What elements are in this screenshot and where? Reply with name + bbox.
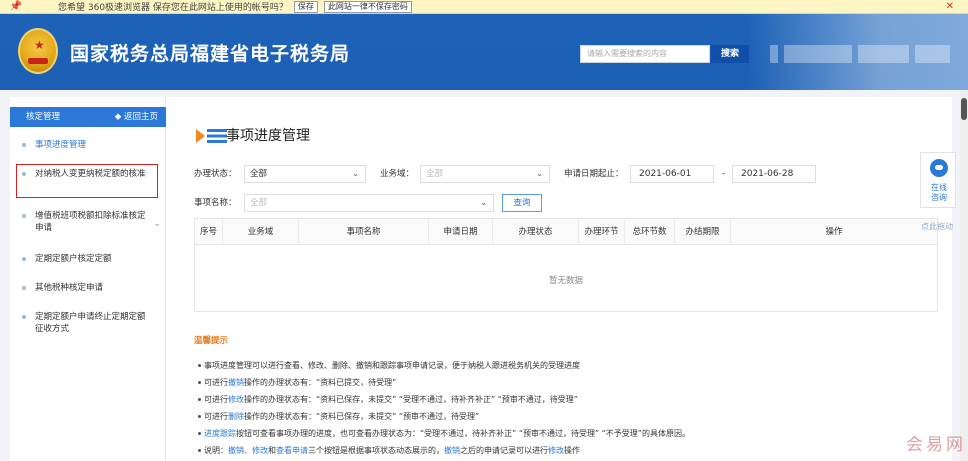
tax-emblem-logo: ★: [18, 28, 58, 74]
sidebar-item-vat-deduction[interactable]: 增值税班项税额扣除标准核定申请 ⌄: [16, 210, 161, 234]
modify-link[interactable]: 修改: [228, 395, 244, 404]
tips-title: 温馨提示: [194, 336, 229, 346]
site-title: 国家税务总局福建省电子税务局: [70, 43, 351, 65]
user-area[interactable]: [770, 45, 950, 63]
drag-handle[interactable]: 点此拖动: [921, 221, 953, 232]
page-title: 事项进度管理: [226, 128, 310, 144]
tip-line: 可进行删除操作的办理状态有：“资料已保存，未提交” “预审不通过，待受理”: [198, 411, 479, 422]
date-to-input[interactable]: 2021-06-28: [732, 165, 816, 183]
column-header: 办结期限: [675, 219, 731, 245]
sidebar: 核定管理 ◆ 返回主页 事项进度管理 对纳税人变更纳税定额的核准 增值税班项税额…: [10, 97, 166, 461]
scrollbar[interactable]: [960, 90, 968, 461]
chevron-down-icon: ⌄: [352, 169, 359, 178]
sidebar-item-label: 事项进度管理: [35, 140, 87, 150]
back-home-link[interactable]: ◆ 返回主页: [115, 107, 158, 127]
tip-line: 事项进度管理可以进行查看、修改、删除、撤销和跟踪事项申请记录，便于纳税人跟进税务…: [198, 360, 580, 371]
column-header: 操作: [825, 227, 843, 237]
view-application-link[interactable]: 查看申请: [276, 446, 308, 455]
scrollbar-thumb[interactable]: [961, 98, 967, 120]
tip-line: 说明：撤销、修改和查看申请三个按钮是根据事项状态动态展示的，撤销之后的申请记录可…: [198, 445, 580, 456]
column-header: 申请日期: [429, 219, 493, 245]
tip-line: 进度跟踪按钮可查看事项办理的进度，也可查看办理状态为：“受理不通过，待补齐补正”…: [198, 428, 690, 439]
chevron-down-icon: ⌄: [480, 198, 487, 207]
chevron-down-icon[interactable]: ⌄: [153, 218, 161, 230]
chat-bubble-icon: [930, 159, 948, 177]
date-separator: -: [722, 169, 726, 179]
online-consult-widget[interactable]: 在线 咨询: [920, 152, 956, 208]
domain-select[interactable]: 全部 ⌄: [420, 165, 550, 183]
domain-label: 业务域：: [380, 169, 415, 179]
star-icon: ★: [34, 38, 45, 52]
column-header: 业务域: [223, 219, 299, 245]
search-input[interactable]: 请输入需要搜索的内容: [580, 45, 710, 63]
date-range-label: 申请日期起止：: [564, 169, 624, 179]
never-save-button[interactable]: 此网站一律不保存密码: [323, 0, 412, 13]
close-icon[interactable]: ✕: [946, 0, 954, 14]
tip-line: 可进行修改操作的办理状态有：“资料已保存，未提交” “受理不通过，待补齐补正” …: [198, 394, 578, 405]
page-container: 核定管理 ◆ 返回主页 事项进度管理 对纳税人变更纳税定额的核准 增值税班项税额…: [10, 97, 952, 461]
sidebar-item-progress[interactable]: 事项进度管理: [16, 139, 161, 151]
item-name-label: 事项名称：: [194, 198, 237, 208]
status-label: 办理状态：: [194, 169, 237, 179]
tip-line: 可进行撤销操作的办理状态有：“资料已提交，待受理”: [198, 377, 396, 388]
date-from-input[interactable]: 2021-06-01: [630, 165, 714, 183]
sidebar-item-label: 增值税班项税额扣除标准核定申请: [35, 211, 146, 233]
list-icon: [196, 129, 227, 143]
pin-icon: 📌: [9, 1, 23, 12]
item-name-select[interactable]: 全部 ⌄: [244, 194, 494, 212]
empty-table-message: 暂无数据: [548, 276, 583, 286]
sidebar-item-label: 定期定额户核定定额: [35, 254, 112, 264]
chevron-down-icon: ⌄: [536, 169, 543, 178]
search-button[interactable]: 搜索: [711, 45, 749, 63]
column-header: 办理状态: [493, 219, 579, 245]
progress-track-link[interactable]: 进度跟踪: [204, 429, 236, 438]
status-select[interactable]: 全部 ⌄: [244, 165, 366, 183]
highlight-box: [16, 164, 158, 198]
sidebar-title: 核定管理: [26, 112, 61, 122]
table-header: 序号 业务域 事项名称 申请日期 办理状态 办理环节 总环节数 办结期限 操作: [195, 219, 937, 245]
column-header: 序号: [195, 219, 223, 245]
main-content: 事项进度管理 办理状态： 全部 ⌄ 业务域： 全部 ⌄ 申请日期起止： 2021…: [180, 97, 952, 461]
sidebar-item-other-tax[interactable]: 其他税种核定申请: [16, 282, 161, 294]
arrow-left-icon: ◆: [114, 112, 124, 122]
sidebar-item-label: 定期定额户申请终止定期定额征收方式: [35, 312, 146, 334]
save-password-message: 您希望 360极速浏览器 保存您在此网站上使用的帐号吗？: [58, 3, 288, 13]
progress-table: 序号 业务域 事项名称 申请日期 办理状态 办理环节 总环节数 办结期限 操作 …: [194, 218, 938, 312]
delete-link[interactable]: 删除: [228, 412, 244, 421]
site-header: ★ 国家税务总局福建省电子税务局 请输入需要搜索的内容 搜索: [0, 14, 968, 90]
column-header: 总环节数: [625, 219, 675, 245]
watermark: 会易网: [906, 435, 966, 455]
save-password-bar: 📌 您希望 360极速浏览器 保存您在此网站上使用的帐号吗？ 保存 此网站一律不…: [0, 0, 968, 14]
sidebar-item-label: 其他税种核定申请: [35, 283, 104, 293]
column-header: 事项名称: [299, 219, 429, 245]
sidebar-item-terminate-quota[interactable]: 定期定额户申请终止定期定额征收方式: [16, 311, 161, 335]
sidebar-item-fixed-quota[interactable]: 定期定额户核定定额: [16, 253, 161, 265]
modify-link[interactable]: 修改: [548, 446, 564, 455]
column-header: 办理环节: [579, 219, 625, 245]
revoke-modify-link[interactable]: 撤销、修改: [228, 446, 268, 455]
sidebar-header: 核定管理 ◆ 返回主页: [10, 107, 166, 127]
query-button[interactable]: 查询: [502, 194, 542, 212]
save-password-button[interactable]: 保存: [293, 0, 318, 13]
revoke-link[interactable]: 撤销: [444, 446, 460, 455]
revoke-link[interactable]: 撤销: [228, 378, 244, 387]
